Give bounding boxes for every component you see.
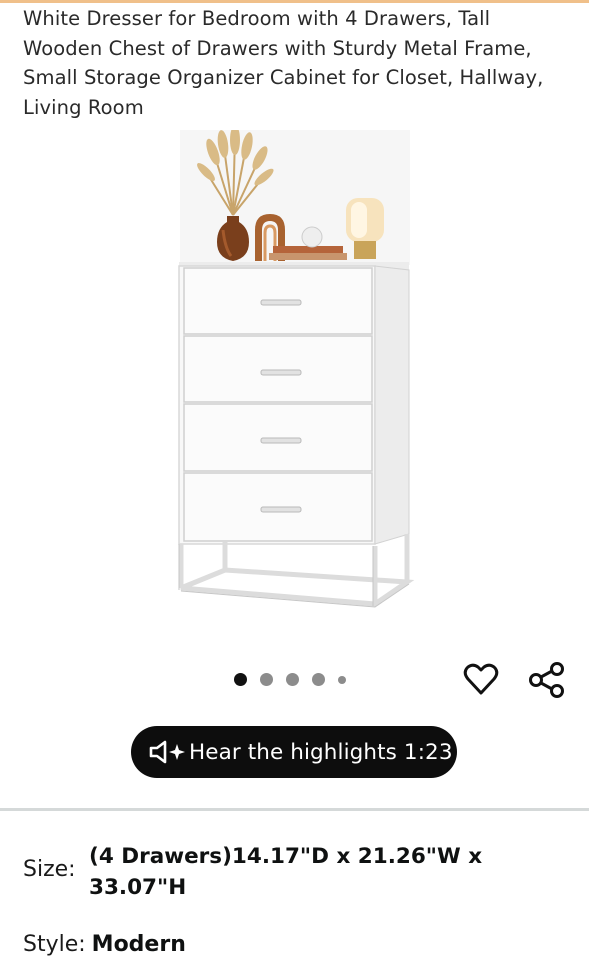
carousel-dot[interactable] xyxy=(260,673,273,686)
style-label: Style: xyxy=(23,932,86,957)
style-row: Style: Modern xyxy=(23,932,186,957)
section-divider xyxy=(0,808,589,811)
hear-highlights-button[interactable]: Hear the highlights 1:23 xyxy=(131,726,457,778)
size-value[interactable]: (4 Drawers)14.17"D x 21.26"W x 33.07"H xyxy=(89,841,549,903)
share-icon xyxy=(529,662,564,698)
style-value[interactable]: Modern xyxy=(92,932,186,957)
carousel-dot[interactable] xyxy=(286,673,299,686)
product-title: White Dresser for Bedroom with 4 Drawers… xyxy=(23,7,544,119)
carousel-dot-active[interactable] xyxy=(234,673,247,686)
hear-highlights-label: Hear the highlights 1:23 xyxy=(189,739,453,765)
speaker-sparkle-icon xyxy=(149,740,185,764)
heart-icon xyxy=(463,663,499,695)
product-image[interactable] xyxy=(165,125,425,620)
share-button[interactable] xyxy=(527,660,567,700)
top-accent-strip xyxy=(0,0,589,3)
favorite-button[interactable] xyxy=(462,660,500,698)
carousel-dot[interactable] xyxy=(312,673,325,686)
size-label: Size: xyxy=(23,857,76,882)
image-carousel-indicator xyxy=(234,673,359,686)
carousel-dot[interactable] xyxy=(338,675,346,684)
